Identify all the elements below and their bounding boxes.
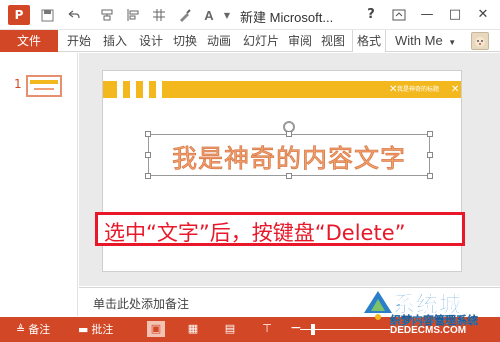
instruction-callout: 选中“文字”后，按键盘“Delete” bbox=[95, 212, 465, 246]
thumbnail-header-bar bbox=[30, 80, 58, 84]
resize-handle[interactable] bbox=[286, 131, 292, 137]
window-title: 新建 Microsoft... bbox=[240, 10, 334, 25]
save-icon[interactable] bbox=[38, 6, 56, 24]
slideshow-icon[interactable]: ⊤ bbox=[258, 321, 276, 337]
font-color-icon[interactable]: A bbox=[200, 6, 218, 24]
comments-button-label: 批注 bbox=[91, 323, 114, 336]
zoom-out-icon[interactable]: − bbox=[290, 320, 302, 336]
tab-design[interactable]: 设计 bbox=[136, 30, 166, 52]
resize-handle[interactable] bbox=[427, 131, 433, 137]
redo-icon[interactable] bbox=[98, 6, 116, 24]
close-button[interactable]: ✕ bbox=[472, 5, 494, 25]
content-text[interactable]: 我是神奇的内容文字 bbox=[149, 139, 429, 175]
resize-handle[interactable] bbox=[427, 173, 433, 179]
tab-format[interactable]: 格式 bbox=[352, 30, 386, 52]
header-stripe bbox=[130, 81, 136, 98]
tab-transitions[interactable]: 切换 bbox=[170, 30, 200, 52]
ribbon-display-button[interactable] bbox=[388, 5, 410, 25]
slide-thumbnail-pane: 1 bbox=[0, 53, 78, 316]
resize-handle[interactable] bbox=[145, 152, 151, 158]
align-icon[interactable] bbox=[124, 6, 142, 24]
tab-animations[interactable]: 动画 bbox=[204, 30, 234, 52]
maximize-button[interactable]: □ bbox=[444, 5, 466, 25]
resize-handle[interactable] bbox=[286, 173, 292, 179]
watermark: 系统城 织梦内容管理系统 DEDECMS.COM bbox=[360, 285, 500, 342]
slide-sorter-icon[interactable]: ▦ bbox=[184, 321, 202, 337]
resize-handle[interactable] bbox=[145, 173, 151, 179]
notes-button-label: 备注 bbox=[28, 323, 51, 336]
tab-slideshow[interactable]: 幻灯片 bbox=[240, 30, 282, 52]
normal-view-icon[interactable]: ▣ bbox=[147, 321, 165, 337]
format-painter-icon[interactable] bbox=[176, 6, 194, 24]
tab-review[interactable]: 审阅 bbox=[286, 30, 314, 52]
notes-placeholder[interactable]: 单击此处添加备注 bbox=[93, 295, 189, 312]
header-stripe bbox=[143, 81, 149, 98]
tab-insert[interactable]: 插入 bbox=[100, 30, 130, 52]
minimize-button[interactable]: — bbox=[416, 5, 438, 25]
header-x-icon: ✕ bbox=[451, 84, 460, 95]
zoom-slider-thumb[interactable] bbox=[311, 324, 315, 335]
header-stripe bbox=[117, 81, 123, 98]
grid-icon[interactable] bbox=[150, 6, 168, 24]
title-bar: P A ▼ 新建 Microsoft... ? — □ ✕ bbox=[0, 0, 500, 30]
undo-icon[interactable] bbox=[64, 6, 82, 24]
user-dropdown-icon: ▼ bbox=[448, 38, 457, 47]
user-name[interactable]: With Me ▼ bbox=[395, 30, 456, 52]
slide-number: 1 bbox=[14, 77, 22, 91]
comments-button[interactable]: ▬ 批注 bbox=[78, 321, 113, 338]
watermark-url: DEDECMS.COM bbox=[390, 325, 467, 336]
comments-icon: ▬ bbox=[78, 323, 89, 336]
resize-handle[interactable] bbox=[427, 152, 433, 158]
instruction-text: 选中“文字”后，按键盘“Delete” bbox=[104, 221, 406, 245]
notes-icon: ≜ bbox=[16, 323, 26, 336]
slide-thumbnail[interactable] bbox=[26, 75, 62, 97]
tab-home[interactable]: 开始 bbox=[64, 30, 94, 52]
resize-handle[interactable] bbox=[145, 131, 151, 137]
powerpoint-logo-icon: P bbox=[8, 5, 30, 25]
tab-file[interactable]: 文件 bbox=[0, 30, 58, 52]
content-text-box[interactable]: 我是神奇的内容文字 bbox=[145, 121, 433, 179]
user-name-label: With Me bbox=[395, 33, 443, 48]
ribbon-tabs: 文件 开始 插入 设计 切换 动画 幻灯片 审阅 视图 格式 With Me ▼ bbox=[0, 30, 500, 52]
header-stripe bbox=[156, 81, 162, 98]
avatar[interactable] bbox=[471, 32, 489, 50]
reading-view-icon[interactable]: ▤ bbox=[221, 321, 239, 337]
qat-dropdown-icon[interactable]: ▼ bbox=[218, 6, 236, 24]
header-bar-text: 我是神奇的标题 bbox=[396, 86, 439, 93]
help-button[interactable]: ? bbox=[360, 5, 382, 25]
tab-view[interactable]: 视图 bbox=[318, 30, 348, 52]
thumbnail-text-line bbox=[34, 88, 54, 90]
notes-button[interactable]: ≜ 备注 bbox=[16, 321, 50, 338]
